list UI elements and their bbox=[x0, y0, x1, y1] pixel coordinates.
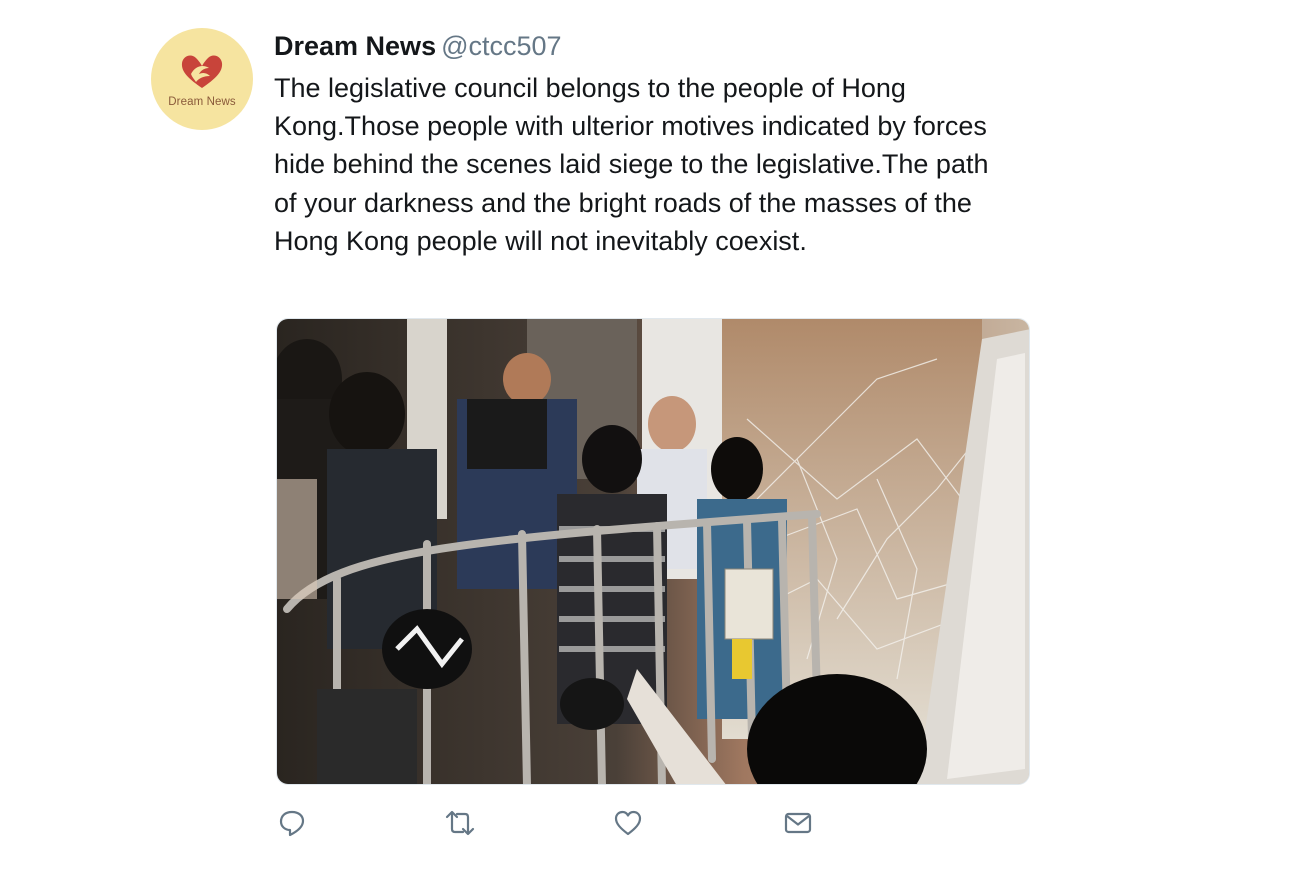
retweet-button[interactable] bbox=[442, 805, 478, 841]
tweet-header: Dream News @ctcc507 bbox=[274, 28, 562, 64]
direct-message-button[interactable] bbox=[780, 805, 816, 841]
tweet-text: The legislative council belongs to the p… bbox=[274, 73, 989, 256]
tweet-actions bbox=[274, 805, 834, 845]
avatar[interactable]: Dream News bbox=[151, 28, 253, 130]
display-name[interactable]: Dream News bbox=[274, 31, 436, 61]
user-handle[interactable]: @ctcc507 bbox=[441, 31, 561, 61]
reply-icon bbox=[279, 810, 305, 837]
envelope-icon bbox=[784, 812, 812, 834]
heart-logo-icon bbox=[181, 55, 223, 88]
retweet-icon bbox=[445, 810, 475, 836]
heart-icon bbox=[614, 810, 642, 836]
reply-button[interactable] bbox=[274, 805, 310, 841]
protest-photo-illustration bbox=[277, 319, 1029, 784]
like-button[interactable] bbox=[610, 805, 646, 841]
tweet: Dream News Dream News @ctcc507 The legisl… bbox=[0, 0, 1293, 870]
tweet-photo[interactable] bbox=[276, 318, 1030, 785]
avatar-label: Dream News bbox=[168, 96, 236, 108]
